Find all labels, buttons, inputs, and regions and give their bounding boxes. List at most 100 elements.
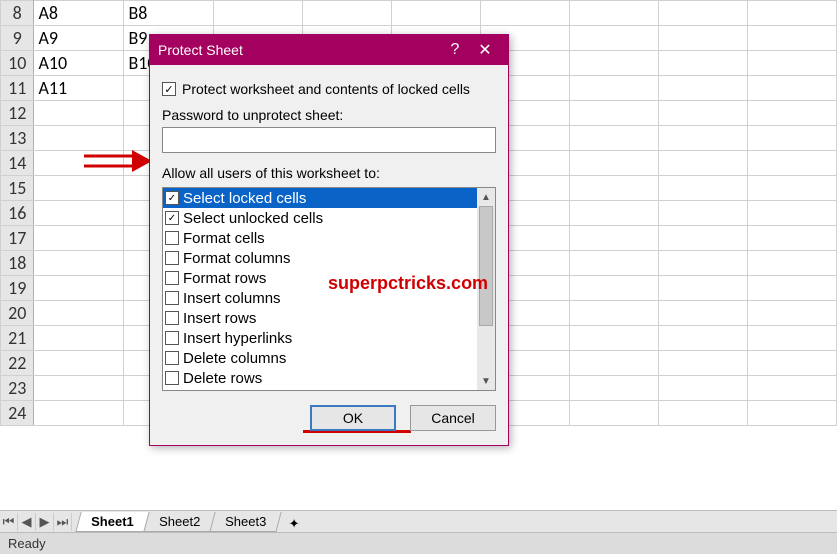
cell[interactable]	[659, 251, 748, 276]
row-header[interactable]: 9	[1, 26, 34, 51]
cell[interactable]	[748, 301, 837, 326]
row-header[interactable]: 11	[1, 76, 34, 101]
cell[interactable]	[570, 26, 659, 51]
cell[interactable]	[214, 1, 303, 26]
cell[interactable]	[748, 351, 837, 376]
option-checkbox[interactable]: ✓	[165, 191, 179, 205]
cell[interactable]: B8	[124, 1, 214, 26]
row-header[interactable]: 12	[1, 101, 34, 126]
cell[interactable]	[748, 26, 837, 51]
cell[interactable]	[570, 401, 659, 426]
option-checkbox[interactable]	[165, 251, 179, 265]
sheet-tab[interactable]: Sheet3	[209, 512, 282, 532]
cell[interactable]	[659, 376, 748, 401]
tab-nav-prev-icon[interactable]: ◀	[18, 513, 36, 531]
permission-option[interactable]: ✓Select locked cells	[163, 188, 477, 208]
sheet-tab[interactable]: Sheet1	[75, 512, 149, 532]
cell[interactable]	[659, 326, 748, 351]
protect-checkbox-row[interactable]: ✓ Protect worksheet and contents of lock…	[162, 81, 496, 97]
cell[interactable]	[34, 101, 124, 126]
cell[interactable]	[748, 401, 837, 426]
cell[interactable]	[34, 351, 124, 376]
dialog-titlebar[interactable]: Protect Sheet ? ✕	[150, 35, 508, 65]
row-header[interactable]: 17	[1, 226, 34, 251]
cell[interactable]	[570, 376, 659, 401]
tab-nav-first-icon[interactable]: ⏮	[0, 513, 18, 531]
cell[interactable]	[659, 351, 748, 376]
option-checkbox[interactable]	[165, 351, 179, 365]
cell[interactable]: A11	[34, 76, 124, 101]
ok-button[interactable]: OK	[310, 405, 396, 431]
cell[interactable]	[34, 376, 124, 401]
row-header[interactable]: 21	[1, 326, 34, 351]
cell[interactable]	[570, 301, 659, 326]
cell[interactable]	[659, 301, 748, 326]
sheet-tab[interactable]: Sheet2	[143, 512, 216, 532]
cell[interactable]	[34, 401, 124, 426]
cell[interactable]	[570, 1, 659, 26]
row-header[interactable]: 14	[1, 151, 34, 176]
cell[interactable]	[659, 201, 748, 226]
cell[interactable]	[659, 126, 748, 151]
cell[interactable]	[34, 251, 124, 276]
row-header[interactable]: 16	[1, 201, 34, 226]
permission-option[interactable]: Delete rows	[163, 368, 477, 388]
cell[interactable]	[570, 101, 659, 126]
cell[interactable]	[570, 326, 659, 351]
option-checkbox[interactable]: ✓	[165, 211, 179, 225]
option-checkbox[interactable]	[165, 331, 179, 345]
protect-checkbox[interactable]: ✓	[162, 82, 176, 96]
row-header[interactable]: 8	[1, 1, 34, 26]
cell[interactable]	[748, 201, 837, 226]
cell[interactable]	[659, 176, 748, 201]
cell[interactable]	[34, 201, 124, 226]
cell[interactable]	[748, 251, 837, 276]
cell[interactable]	[481, 1, 570, 26]
cell[interactable]	[570, 176, 659, 201]
permission-option[interactable]: Insert hyperlinks	[163, 328, 477, 348]
tab-nav-last-icon[interactable]: ⏭	[54, 513, 72, 531]
scroll-thumb[interactable]	[479, 206, 493, 326]
help-icon[interactable]: ?	[440, 41, 470, 59]
row-header[interactable]: 13	[1, 126, 34, 151]
row-header[interactable]: 10	[1, 51, 34, 76]
cell[interactable]	[570, 51, 659, 76]
cell[interactable]	[659, 401, 748, 426]
cell[interactable]	[748, 101, 837, 126]
tab-nav-next-icon[interactable]: ▶	[36, 513, 54, 531]
permission-option[interactable]: ✓Select unlocked cells	[163, 208, 477, 228]
cell[interactable]	[748, 376, 837, 401]
option-checkbox[interactable]	[165, 311, 179, 325]
cell[interactable]	[659, 151, 748, 176]
cell[interactable]	[659, 26, 748, 51]
row-header[interactable]: 18	[1, 251, 34, 276]
cell[interactable]	[34, 226, 124, 251]
cell[interactable]	[748, 51, 837, 76]
option-checkbox[interactable]	[165, 371, 179, 385]
cell[interactable]	[748, 326, 837, 351]
row-header[interactable]: 20	[1, 301, 34, 326]
cell[interactable]	[748, 1, 837, 26]
cell[interactable]	[570, 226, 659, 251]
cell[interactable]	[748, 151, 837, 176]
cell[interactable]	[570, 126, 659, 151]
cell[interactable]	[748, 76, 837, 101]
row-header[interactable]: 23	[1, 376, 34, 401]
option-checkbox[interactable]	[165, 231, 179, 245]
close-icon[interactable]: ✕	[470, 40, 500, 60]
cell[interactable]	[34, 276, 124, 301]
cell[interactable]	[570, 251, 659, 276]
cell[interactable]: A9	[34, 26, 124, 51]
cell[interactable]: A8	[34, 1, 124, 26]
cell[interactable]	[570, 276, 659, 301]
cell[interactable]	[659, 51, 748, 76]
cell[interactable]	[748, 276, 837, 301]
cell[interactable]	[34, 301, 124, 326]
cell[interactable]	[34, 326, 124, 351]
option-checkbox[interactable]	[165, 291, 179, 305]
cell[interactable]	[34, 176, 124, 201]
cell[interactable]: A10	[34, 51, 124, 76]
row-header[interactable]: 24	[1, 401, 34, 426]
cell[interactable]	[303, 1, 392, 26]
cell[interactable]	[748, 226, 837, 251]
